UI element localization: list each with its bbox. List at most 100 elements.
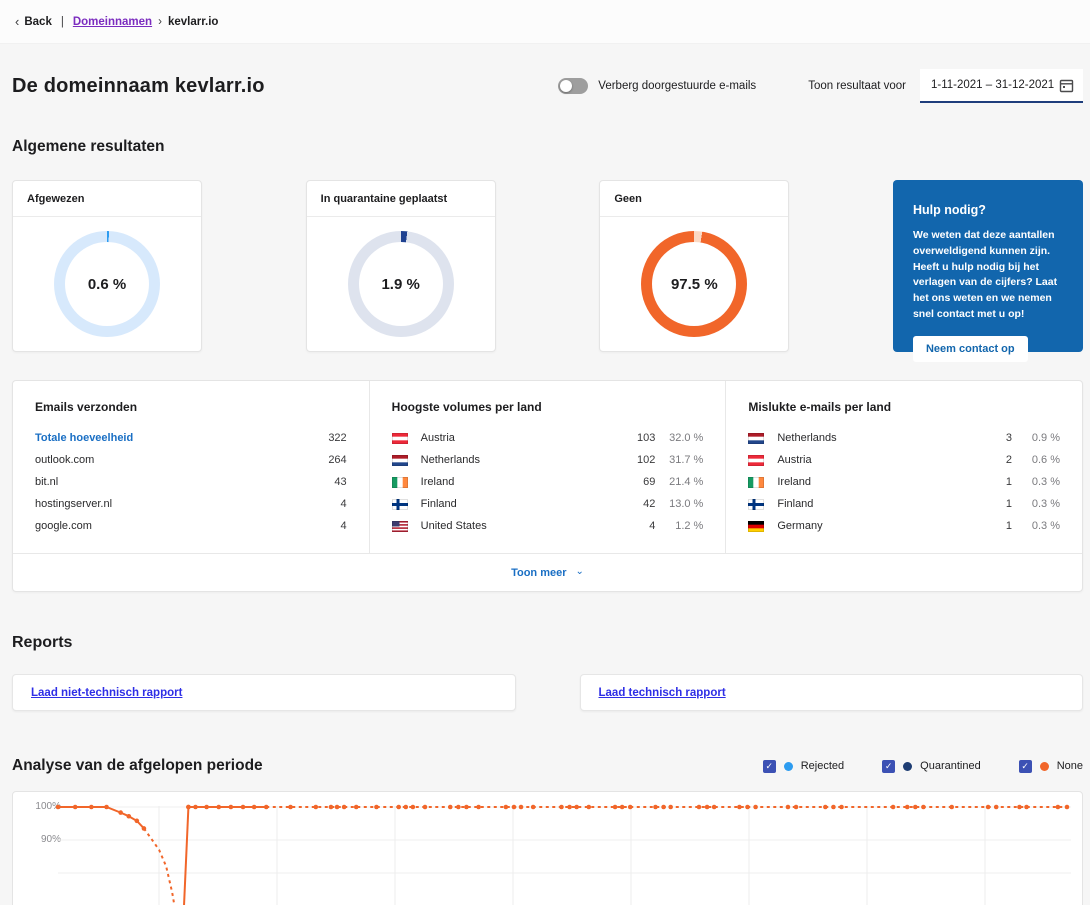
- sender-count: 43: [334, 476, 346, 488]
- section-heading-general: Algemene resultaten: [12, 138, 1083, 156]
- total-amount-link[interactable]: Totale hoeveelheid: [35, 432, 328, 444]
- chevron-down-icon: ⌄: [576, 566, 584, 577]
- table-row: Finland 42 13.0 %: [392, 493, 704, 515]
- calendar-icon[interactable]: [1059, 78, 1074, 93]
- date-range-input[interactable]: [931, 79, 1059, 91]
- table-row: bit.nl 43: [35, 471, 347, 493]
- table-row: Ireland 1 0.3 %: [748, 471, 1060, 493]
- ireland-flag-icon: [748, 477, 764, 488]
- series-color-dot: [1040, 762, 1049, 771]
- us-flag-icon: [392, 521, 408, 532]
- emails-sent-column: Emails verzonden Totale hoeveelheid 322 …: [13, 381, 369, 553]
- country-percent: 13.0 %: [655, 498, 703, 510]
- country-label: Ireland: [421, 476, 622, 488]
- toggle-knob: [560, 80, 572, 92]
- country-label: Finland: [777, 498, 978, 510]
- legend-item-rejected: ✓ Rejected: [763, 760, 844, 773]
- toggle-label: Verberg doorgestuurde e-mails: [598, 80, 756, 92]
- country-count: 103: [621, 432, 655, 444]
- ireland-flag-icon: [392, 477, 408, 488]
- chevron-left-icon: ‹: [15, 14, 19, 29]
- breadcrumb-separator: |: [61, 16, 64, 28]
- back-button[interactable]: ‹ Back: [15, 14, 52, 29]
- sender-count: 4: [341, 498, 347, 510]
- country-percent: 0.3 %: [1012, 476, 1060, 488]
- legend-label: Rejected: [801, 760, 844, 772]
- card-none-title: Geen: [600, 181, 788, 217]
- netherlands-flag-icon: [392, 455, 408, 466]
- country-label: United States: [421, 520, 622, 532]
- series-color-dot: [784, 762, 793, 771]
- country-percent: 1.2 %: [655, 520, 703, 532]
- austria-flag-icon: [392, 433, 408, 444]
- non-technical-report-link[interactable]: Laad niet-technisch rapport: [31, 687, 182, 699]
- table-row: Ireland 69 21.4 %: [392, 471, 704, 493]
- netherlands-flag-icon: [748, 433, 764, 444]
- sender-count: 322: [328, 432, 346, 444]
- country-count: 102: [621, 454, 655, 466]
- back-label: Back: [24, 16, 52, 28]
- country-count: 1: [978, 520, 1012, 532]
- report-card-non-technical: Laad niet-technisch rapport: [12, 674, 516, 711]
- table-row: Austria 103 32.0 %: [392, 427, 704, 449]
- none-percent: 97.5 %: [641, 231, 747, 337]
- country-count: 1: [978, 476, 1012, 488]
- date-range-field[interactable]: [920, 69, 1083, 103]
- help-card-body: We weten dat deze aantallen overweldigen…: [913, 228, 1063, 323]
- country-count: 4: [621, 520, 655, 532]
- show-more-label: Toon meer: [511, 567, 566, 579]
- none-donut-chart: 97.5 %: [641, 231, 747, 337]
- section-heading-analysis: Analyse van de afgelopen periode: [12, 757, 263, 775]
- sender-label: bit.nl: [35, 476, 334, 488]
- country-label: Germany: [777, 520, 978, 532]
- table-row: Austria 2 0.6 %: [748, 449, 1060, 471]
- table-row: Germany 1 0.3 %: [748, 515, 1060, 537]
- country-count: 69: [621, 476, 655, 488]
- country-percent: 0.9 %: [1012, 432, 1060, 444]
- chevron-right-icon: ›: [158, 16, 162, 28]
- legend-item-quarantined: ✓ Quarantined: [882, 760, 981, 773]
- failed-emails-heading: Mislukte e-mails per land: [748, 400, 1060, 414]
- checkbox-rejected[interactable]: ✓: [763, 760, 776, 773]
- country-percent: 0.3 %: [1012, 520, 1060, 532]
- legend-label: None: [1057, 760, 1083, 772]
- breadcrumb-current: kevlarr.io: [168, 16, 219, 28]
- period-line-chart: 100% 90%: [12, 791, 1083, 905]
- contact-button[interactable]: Neem contact op: [913, 336, 1028, 362]
- table-row: google.com 4: [35, 515, 347, 537]
- legend-item-none: ✓ None: [1019, 760, 1083, 773]
- sender-count: 264: [328, 454, 346, 466]
- show-more-button[interactable]: Toon meer ⌄: [13, 553, 1082, 591]
- table-row: hostingserver.nl 4: [35, 493, 347, 515]
- series-color-dot: [903, 762, 912, 771]
- card-quarantined: In quarantaine geplaatst 1.9 %: [306, 180, 496, 352]
- country-percent: 0.6 %: [1012, 454, 1060, 466]
- volumes-heading: Hoogste volumes per land: [392, 400, 704, 414]
- checkbox-none[interactable]: ✓: [1019, 760, 1032, 773]
- austria-flag-icon: [748, 455, 764, 466]
- sender-label: hostingserver.nl: [35, 498, 341, 510]
- checkbox-quarantined[interactable]: ✓: [882, 760, 895, 773]
- country-count: 2: [978, 454, 1012, 466]
- date-range-label: Toon resultaat voor: [808, 80, 906, 92]
- table-row: Totale hoeveelheid 322: [35, 427, 347, 449]
- hide-forwarded-toggle[interactable]: [558, 78, 588, 94]
- report-card-technical: Laad technisch rapport: [580, 674, 1084, 711]
- volumes-column: Hoogste volumes per land Austria 103 32.…: [369, 381, 726, 553]
- table-row: Finland 1 0.3 %: [748, 493, 1060, 515]
- quarantined-percent: 1.9 %: [348, 231, 454, 337]
- table-row: Netherlands 3 0.9 %: [748, 427, 1060, 449]
- finland-flag-icon: [748, 499, 764, 510]
- help-card-title: Hulp nodig?: [913, 203, 1063, 217]
- sender-label: google.com: [35, 520, 341, 532]
- technical-report-link[interactable]: Laad technisch rapport: [599, 687, 726, 699]
- breadcrumb-link-domeinnamen[interactable]: Domeinnamen: [73, 16, 152, 28]
- table-row: United States 4 1.2 %: [392, 515, 704, 537]
- sender-label: outlook.com: [35, 454, 328, 466]
- rejected-donut-chart: 0.6 %: [54, 231, 160, 337]
- card-rejected: Afgewezen 0.6 %: [12, 180, 202, 352]
- page-title: De domeinnaam kevlarr.io: [12, 75, 265, 98]
- table-row: outlook.com 264: [35, 449, 347, 471]
- card-quarantined-title: In quarantaine geplaatst: [307, 181, 495, 217]
- chart-legend: ✓ Rejected ✓ Quarantined ✓ None: [763, 760, 1083, 773]
